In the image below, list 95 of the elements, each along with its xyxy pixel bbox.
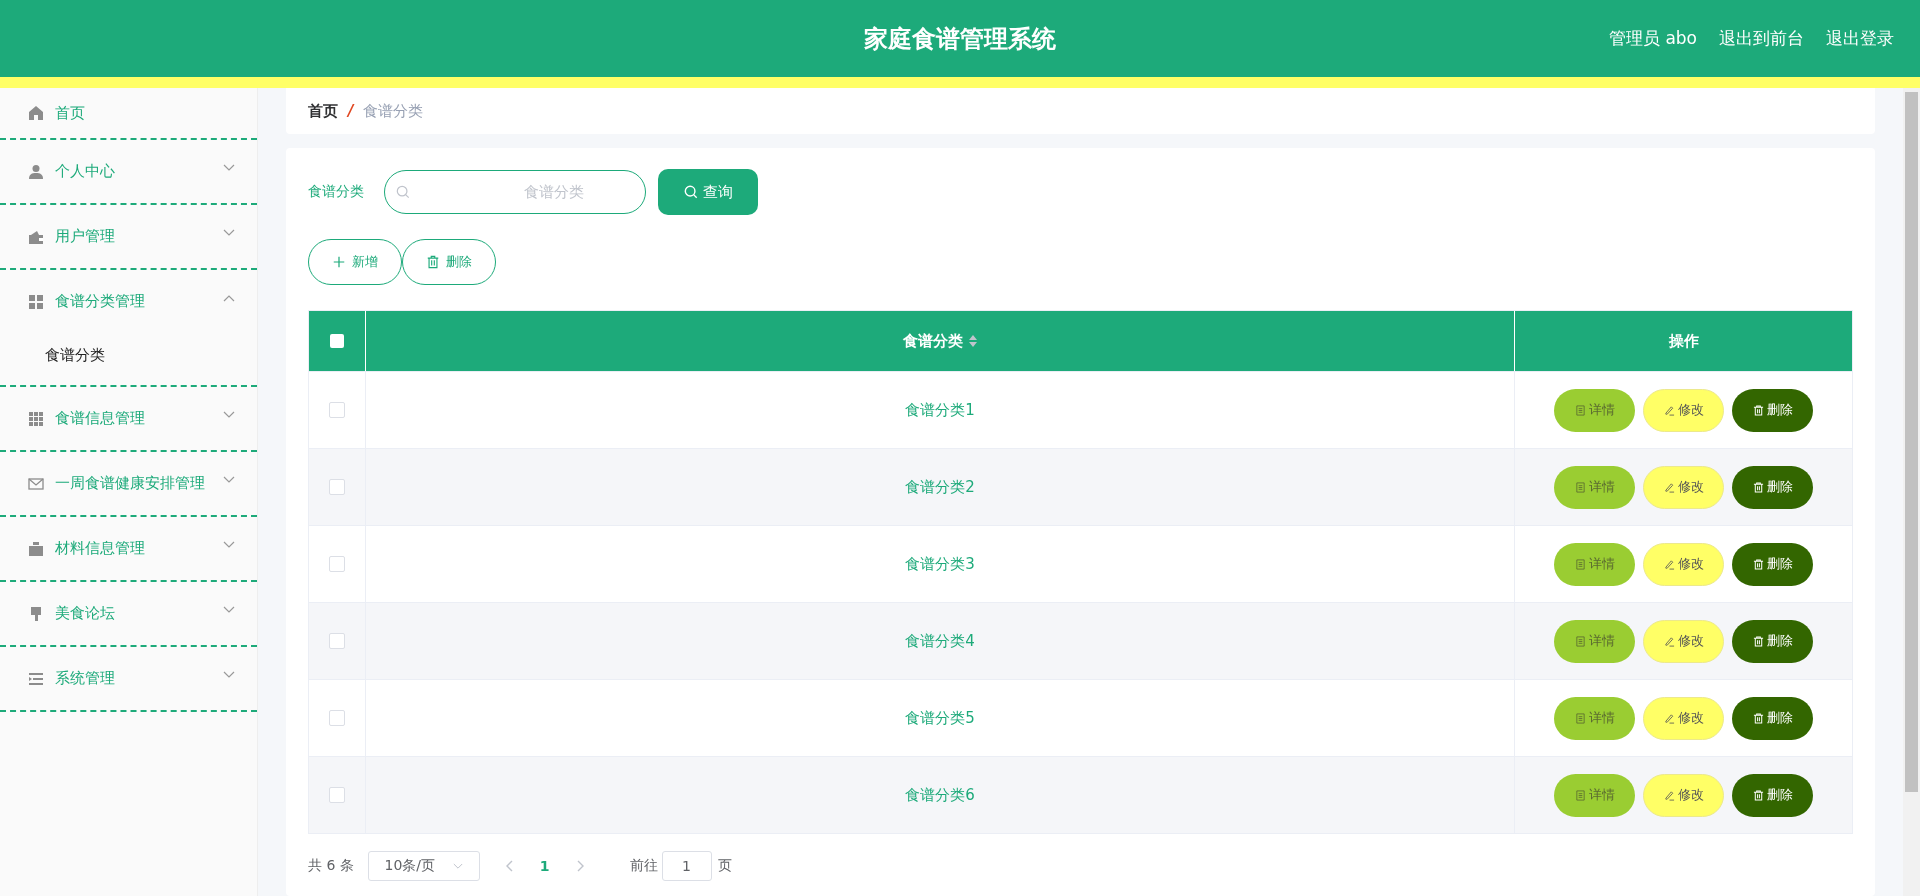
document-icon <box>1574 635 1586 647</box>
detail-button[interactable]: 详情 <box>1554 465 1635 509</box>
search-button[interactable]: 查询 <box>658 169 758 215</box>
column-header[interactable]: 食谱分类 <box>903 331 963 351</box>
table-cell: 食谱分类5 <box>905 708 975 728</box>
user-label: 管理员 abo <box>1609 27 1697 50</box>
search-field[interactable]: 食谱分类 <box>384 170 646 214</box>
header-link[interactable]: 退出到前台 <box>1719 27 1804 50</box>
delete-button[interactable]: 删除 <box>1732 388 1813 432</box>
envelope-icon <box>28 475 44 492</box>
plus-icon <box>332 255 346 269</box>
scrollbar[interactable] <box>1903 88 1920 896</box>
person-icon <box>28 163 44 180</box>
grid-icon <box>28 293 44 310</box>
dots-grid-icon <box>28 410 44 427</box>
breadcrumb-separator: / <box>348 102 354 120</box>
delete-button[interactable]: 删除 <box>1732 696 1813 740</box>
delete-button[interactable]: 删除 <box>1732 542 1813 586</box>
detail-button[interactable]: 详情 <box>1554 773 1635 817</box>
detail-button[interactable]: 详情 <box>1554 542 1635 586</box>
row-checkbox[interactable] <box>329 787 345 803</box>
sidebar-item[interactable]: 一周食谱健康安排管理 <box>0 452 257 515</box>
page-size-select[interactable]: 10条/页 <box>367 851 480 881</box>
edit-button[interactable]: 修改 <box>1643 696 1724 740</box>
document-icon <box>1574 789 1586 801</box>
delete-button[interactable]: 删除 <box>1732 465 1813 509</box>
detail-button[interactable]: 详情 <box>1554 388 1635 432</box>
trash-icon <box>1752 712 1764 724</box>
page-suffix: 页 <box>717 857 732 875</box>
breadcrumb-item[interactable]: 首页 <box>308 101 338 121</box>
delete-button[interactable]: 删除 <box>402 239 496 285</box>
document-icon <box>1574 558 1586 570</box>
sidebar-subitem[interactable]: 食谱分类 <box>0 333 257 385</box>
sidebar-item[interactable]: 系统管理 <box>0 647 257 710</box>
pencil-icon <box>1663 635 1675 647</box>
sort-icon[interactable] <box>969 335 977 347</box>
table-cell: 食谱分类3 <box>905 554 975 574</box>
header-link[interactable]: 退出登录 <box>1826 27 1894 50</box>
edit-button[interactable]: 修改 <box>1643 388 1724 432</box>
page-number[interactable]: 1 <box>539 858 550 874</box>
row-checkbox[interactable] <box>329 556 345 572</box>
page-input[interactable]: 1 <box>661 851 712 881</box>
table-cell: 食谱分类6 <box>905 785 975 805</box>
sidebar-item[interactable]: 个人中心 <box>0 140 257 203</box>
search-icon <box>396 185 410 199</box>
table-cell: 食谱分类1 <box>905 400 975 420</box>
list-icon <box>28 670 44 687</box>
delete-button[interactable]: 删除 <box>1732 619 1813 663</box>
home-icon <box>28 105 44 121</box>
table-cell: 食谱分类2 <box>905 477 975 497</box>
trash-icon <box>1752 558 1764 570</box>
chevron-icon <box>453 862 464 870</box>
row-checkbox[interactable] <box>329 633 345 649</box>
search-label: 食谱分类 <box>308 183 365 201</box>
pencil-icon <box>1663 712 1675 724</box>
trash-icon <box>1752 404 1764 416</box>
app-title: 家庭食谱管理系统 <box>864 23 1056 55</box>
goto-label: 前往 <box>629 857 658 875</box>
select-all-checkbox[interactable] <box>330 334 344 348</box>
trash-icon <box>1752 481 1764 493</box>
column-header: 操作 <box>1668 331 1699 351</box>
trash-icon <box>1752 789 1764 801</box>
previous-page-icon[interactable] <box>505 860 514 872</box>
add-button[interactable]: 新增 <box>308 239 402 285</box>
sidebar-item[interactable]: 材料信息管理 <box>0 517 257 580</box>
edit-button[interactable]: 修改 <box>1643 773 1724 817</box>
document-icon <box>1574 481 1586 493</box>
sidebar-item[interactable]: 用户管理 <box>0 205 257 268</box>
detail-button[interactable]: 详情 <box>1554 619 1635 663</box>
table-cell: 食谱分类4 <box>905 631 975 651</box>
edit-button[interactable]: 修改 <box>1643 465 1724 509</box>
delete-button[interactable]: 删除 <box>1732 773 1813 817</box>
trash-icon <box>1752 635 1764 647</box>
document-icon <box>1574 712 1586 724</box>
document-icon <box>1574 404 1586 416</box>
row-checkbox[interactable] <box>329 710 345 726</box>
trash-icon <box>426 255 440 269</box>
sidebar-item[interactable]: 食谱分类管理 <box>0 270 257 333</box>
row-checkbox[interactable] <box>329 479 345 495</box>
sidebar-item[interactable]: 首页 <box>0 88 257 138</box>
detail-button[interactable]: 详情 <box>1554 696 1635 740</box>
total-count: 共 6 条 <box>308 857 354 875</box>
briefcase-icon <box>28 540 44 557</box>
pencil-icon <box>1663 481 1675 493</box>
next-page-icon[interactable] <box>575 860 584 872</box>
edit-button[interactable]: 修改 <box>1643 542 1724 586</box>
pencil-icon <box>1663 404 1675 416</box>
sidebar-item[interactable]: 食谱信息管理 <box>0 387 257 450</box>
pencil-icon <box>1663 789 1675 801</box>
edit-button[interactable]: 修改 <box>1643 619 1724 663</box>
sidebar-item[interactable]: 美食论坛 <box>0 582 257 645</box>
search-icon <box>683 185 698 199</box>
pencil-icon <box>1663 558 1675 570</box>
row-checkbox[interactable] <box>329 402 345 418</box>
breadcrumb-item: 食谱分类 <box>363 101 424 121</box>
